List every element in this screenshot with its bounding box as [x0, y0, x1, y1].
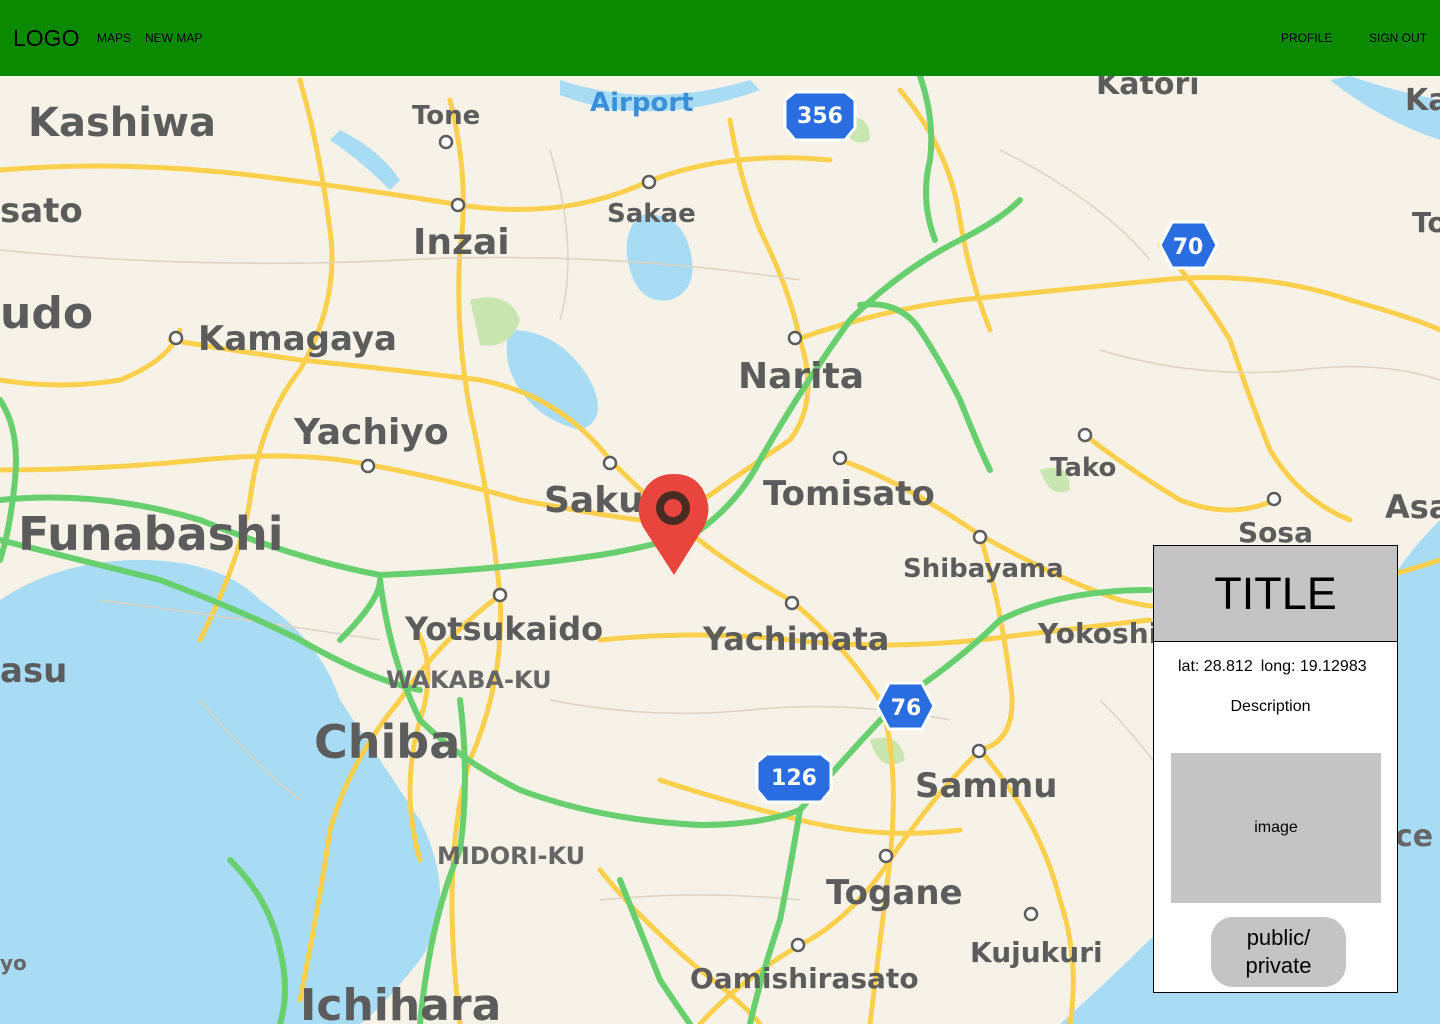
card-lat: lat: 28.812	[1178, 658, 1253, 675]
svg-text:126: 126	[771, 766, 817, 791]
label-yotsukaido: Yotsukaido	[404, 610, 603, 648]
nav-link-profile[interactable]: PROFILE	[1281, 31, 1332, 45]
label-yachimata: Yachimata	[702, 620, 889, 658]
card-coordinates: lat: 28.812 long: 19.12983	[1178, 658, 1375, 676]
label-airport: Airport	[590, 88, 694, 118]
logo[interactable]: LOGO	[13, 25, 79, 52]
card-title: TITLE	[1214, 567, 1337, 619]
nav-link-sign-out[interactable]: SIGN OUT	[1369, 31, 1427, 45]
visibility-toggle-button[interactable]: public/ private	[1211, 917, 1346, 987]
card-long: long: 19.12983	[1260, 658, 1367, 675]
label-udo: udo	[0, 288, 93, 339]
label-togane: Togane	[826, 873, 963, 913]
label-tomisato: Tomisato	[763, 474, 935, 514]
card-title-box: TITLE	[1154, 546, 1397, 642]
route-shield-356: 356	[783, 90, 857, 142]
label-to: To	[1412, 206, 1440, 239]
label-inzai: Inzai	[413, 222, 510, 263]
label-misato: sato	[0, 191, 83, 231]
pin-detail-card: TITLE lat: 28.812 long: 19.12983 Descript…	[1153, 545, 1398, 993]
label-ce: ce	[1395, 819, 1433, 854]
label-yokoshi: Yokoshi	[1037, 617, 1158, 650]
label-asa: Asa	[1385, 488, 1440, 526]
svg-text:76: 76	[891, 696, 922, 721]
svg-text:356: 356	[797, 104, 843, 129]
label-ichihara: Ichihara	[300, 980, 501, 1024]
label-asu: asu	[0, 651, 67, 691]
card-image-placeholder: image	[1171, 753, 1381, 903]
label-chiba: Chiba	[314, 715, 460, 769]
route-shield-126: 126	[755, 752, 833, 804]
card-image-label: image	[1254, 819, 1298, 836]
label-shibayama: Shibayama	[903, 554, 1064, 584]
label-yachiyo: Yachiyo	[293, 412, 449, 453]
nav-link-new-map[interactable]: NEW MAP	[145, 31, 202, 45]
label-wakaba-ku: WAKABA-KU	[386, 666, 552, 694]
card-description: Description	[1230, 698, 1311, 715]
label-sammu: Sammu	[915, 766, 1058, 806]
label-oamishirasato: Oamishirasato	[690, 962, 919, 995]
label-kamagaya: Kamagaya	[198, 319, 397, 359]
route-shield-76: 76	[875, 681, 936, 731]
label-tako: Tako	[1050, 453, 1116, 483]
label-kujukuri: Kujukuri	[970, 936, 1103, 969]
top-nav-bar: LOGO MAPS NEW MAP PROFILE SIGN OUT	[0, 0, 1440, 76]
label-ka: Ka	[1405, 83, 1440, 118]
label-sakae: Sakae	[607, 199, 696, 229]
svg-text:70: 70	[1173, 235, 1204, 260]
nav-link-maps[interactable]: MAPS	[97, 31, 131, 45]
label-funabashi: Funabashi	[18, 507, 284, 561]
label-midori-ku: MIDORI-KU	[437, 842, 585, 870]
label-kashiwa: Kashiwa	[28, 100, 216, 146]
label-yo: yo	[0, 951, 27, 975]
route-shield-70: 70	[1158, 220, 1219, 270]
label-tone: Tone	[412, 101, 480, 131]
label-narita: Narita	[738, 356, 864, 397]
